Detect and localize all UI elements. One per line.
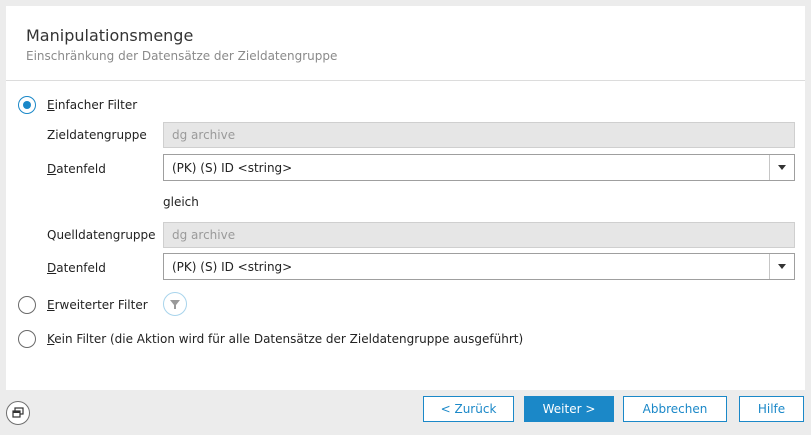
source-field-label: Datenfeld xyxy=(47,261,106,275)
radio-simple-filter[interactable] xyxy=(18,96,36,114)
wizard-header: Manipulationsmenge Einschränkung der Dat… xyxy=(6,6,805,81)
next-button[interactable]: Weiter > xyxy=(524,396,614,422)
window-toggle-button[interactable] xyxy=(6,401,30,425)
source-group-field: dg archive xyxy=(163,222,795,248)
target-field-value: (PK) (S) ID <string> xyxy=(172,161,293,175)
filter-edit-button[interactable] xyxy=(163,292,187,316)
target-field-select[interactable]: (PK) (S) ID <string> xyxy=(163,154,795,181)
window-icon xyxy=(12,407,24,418)
help-button[interactable]: Hilfe xyxy=(739,396,804,422)
chevron-down-icon[interactable] xyxy=(769,254,794,279)
target-group-field: dg archive xyxy=(163,122,795,148)
source-field-select[interactable]: (PK) (S) ID <string> xyxy=(163,253,795,280)
wizard-panel: Manipulationsmenge Einschränkung der Dat… xyxy=(6,6,805,390)
radio-no-filter[interactable] xyxy=(18,330,36,348)
radio-extended-filter[interactable] xyxy=(18,296,36,314)
radio-simple-filter-label[interactable]: Einfacher Filter xyxy=(47,98,137,112)
cancel-button[interactable]: Abbrechen xyxy=(623,396,727,422)
operator-label: gleich xyxy=(163,195,199,209)
filter-icon xyxy=(170,300,180,309)
back-button[interactable]: < Zurück xyxy=(423,396,514,422)
target-field-label: Datenfeld xyxy=(47,162,106,176)
page-subtitle: Einschränkung der Datensätze der Zieldat… xyxy=(26,49,338,63)
radio-no-filter-label[interactable]: Kein Filter (die Aktion wird für alle Da… xyxy=(47,332,523,346)
target-group-label: Zieldatengruppe xyxy=(47,128,147,142)
radio-extended-filter-label[interactable]: Erweiterter Filter xyxy=(47,298,148,312)
source-group-label: Quelldatengruppe xyxy=(47,228,156,242)
source-field-value: (PK) (S) ID <string> xyxy=(172,260,293,274)
chevron-down-icon[interactable] xyxy=(769,155,794,180)
page-title: Manipulationsmenge xyxy=(26,26,194,45)
